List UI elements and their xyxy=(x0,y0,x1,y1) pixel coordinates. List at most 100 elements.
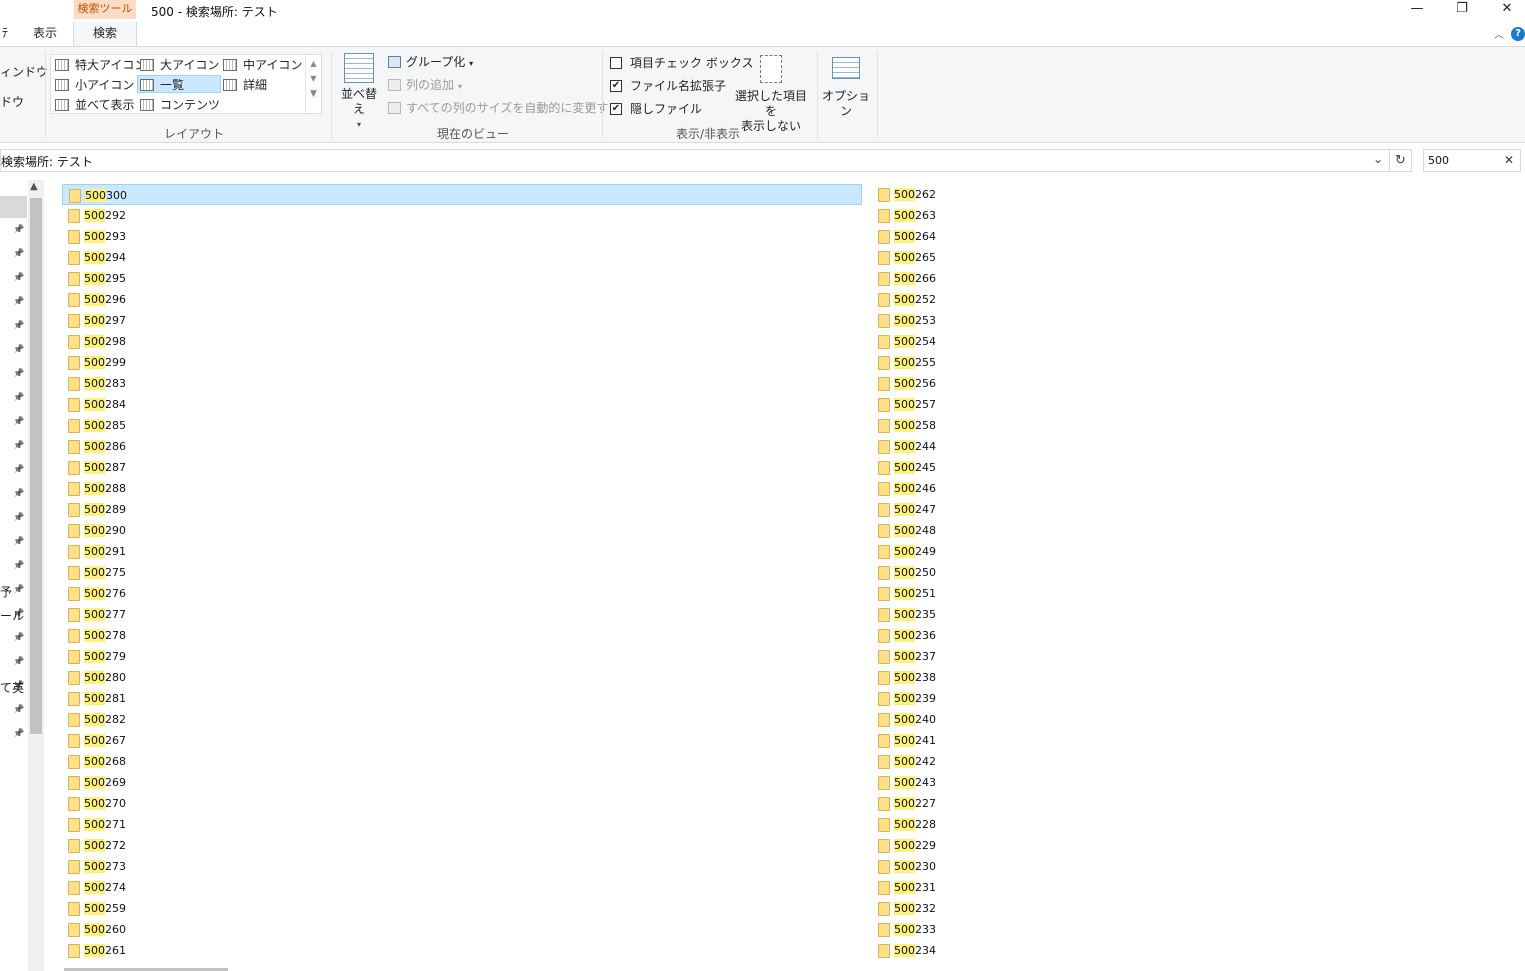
folder-item[interactable]: 500258 xyxy=(872,415,1072,436)
layout-tiles[interactable]: 並べて表示 xyxy=(53,96,135,114)
layout-list[interactable]: 一覧 xyxy=(137,75,221,93)
options-button[interactable]: オプション xyxy=(821,57,871,119)
folder-item[interactable]: 500239 xyxy=(872,688,1072,709)
folder-item[interactable]: 500290 xyxy=(62,520,262,541)
tab-partial[interactable]: ﾃ xyxy=(0,22,10,46)
folder-item[interactable]: 500238 xyxy=(872,667,1072,688)
hidden-items-option[interactable]: ✔ 隠しファイル xyxy=(608,98,702,120)
folder-item[interactable]: 500262 xyxy=(872,184,1072,205)
layout-details[interactable]: 詳細 xyxy=(221,76,267,94)
folder-item[interactable]: 500248 xyxy=(872,520,1072,541)
expand-gallery-icon[interactable]: ▼ xyxy=(306,89,321,99)
folder-item[interactable]: 500255 xyxy=(872,352,1072,373)
folder-item[interactable]: 500251 xyxy=(872,583,1072,604)
folder-item[interactable]: 500272 xyxy=(62,835,262,856)
layout-content[interactable]: コンテンツ xyxy=(138,96,220,114)
folder-item[interactable]: 500284 xyxy=(62,394,262,415)
folder-item[interactable]: 500292 xyxy=(62,205,262,226)
folder-item[interactable]: 500274 xyxy=(62,877,262,898)
folder-item[interactable]: 500257 xyxy=(872,394,1072,415)
file-extensions-option[interactable]: ✔ ファイル名拡張子 xyxy=(608,75,726,97)
restore-button[interactable]: ❐ xyxy=(1442,0,1482,20)
minimize-button[interactable]: — xyxy=(1397,0,1437,20)
help-icon[interactable]: ? xyxy=(1511,27,1525,41)
folder-item[interactable]: 500245 xyxy=(872,457,1072,478)
folder-item[interactable]: 500256 xyxy=(872,373,1072,394)
nav-item-fragment[interactable]: ール xyxy=(0,607,24,624)
folder-item[interactable]: 500266 xyxy=(872,268,1072,289)
folder-item[interactable]: 500295 xyxy=(62,268,262,289)
sort-by-button[interactable]: 並べ替え ▾ xyxy=(336,53,382,132)
folder-item[interactable]: 500241 xyxy=(872,730,1072,751)
folder-item[interactable]: 500270 xyxy=(62,793,262,814)
folder-item[interactable]: 500273 xyxy=(62,856,262,877)
search-input[interactable]: 500 ✕ xyxy=(1423,149,1521,172)
collapse-ribbon-icon[interactable]: ︿ xyxy=(1494,26,1504,41)
folder-item[interactable]: 500227 xyxy=(872,793,1072,814)
folder-item[interactable]: 500231 xyxy=(872,877,1072,898)
file-extensions-checkbox[interactable]: ✔ xyxy=(610,80,622,92)
close-button[interactable]: ✕ xyxy=(1487,0,1525,20)
folder-item[interactable]: 500278 xyxy=(62,625,262,646)
scroll-down-icon[interactable]: ▼ xyxy=(306,74,321,83)
nav-item-fragment[interactable]: 予 xyxy=(0,583,12,600)
folder-item[interactable]: 500236 xyxy=(872,625,1072,646)
folder-item[interactable]: 500297 xyxy=(62,310,262,331)
folder-item[interactable]: 500299 xyxy=(62,352,262,373)
folder-item[interactable]: 500280 xyxy=(62,667,262,688)
folder-item[interactable]: 500261 xyxy=(62,940,262,961)
folder-item[interactable]: 500271 xyxy=(62,814,262,835)
folder-item[interactable]: 500259 xyxy=(62,898,262,919)
folder-item[interactable]: 500247 xyxy=(872,499,1072,520)
folder-item[interactable]: 500289 xyxy=(62,499,262,520)
folder-item[interactable]: 500293 xyxy=(62,226,262,247)
folder-item[interactable]: 500287 xyxy=(62,457,262,478)
nav-scrollbar-thumb[interactable] xyxy=(30,198,42,734)
scroll-up-icon[interactable]: ▲ xyxy=(306,59,321,68)
nav-item-fragment[interactable]: て英 xyxy=(0,679,24,696)
tab-view[interactable]: 表示 xyxy=(20,22,70,46)
folder-item[interactable]: 500285 xyxy=(62,415,262,436)
chevron-down-icon[interactable]: ⌄ xyxy=(1373,152,1383,166)
folder-item[interactable]: 500249 xyxy=(872,541,1072,562)
folder-item[interactable]: 500230 xyxy=(872,856,1072,877)
folder-item[interactable]: 500229 xyxy=(872,835,1072,856)
folder-item[interactable]: 500279 xyxy=(62,646,262,667)
folder-item[interactable]: 500240 xyxy=(872,709,1072,730)
add-columns-button[interactable]: 列の追加 ▾ xyxy=(386,75,462,95)
refresh-icon[interactable]: ↻ xyxy=(1390,149,1412,172)
layout-large-icons[interactable]: 大アイコン xyxy=(138,56,219,74)
folder-item[interactable]: 500263 xyxy=(872,205,1072,226)
folder-item[interactable]: 500283 xyxy=(62,373,262,394)
group-by-button[interactable]: グループ化 ▾ xyxy=(386,52,473,72)
hidden-items-checkbox[interactable]: ✔ xyxy=(610,103,622,115)
folder-item[interactable]: 500277 xyxy=(62,604,262,625)
folder-item[interactable]: 500243 xyxy=(872,772,1072,793)
folder-item[interactable]: 500288 xyxy=(62,478,262,499)
folder-item[interactable]: 500291 xyxy=(62,541,262,562)
folder-item[interactable]: 500294 xyxy=(62,247,262,268)
layout-small-icons[interactable]: 小アイコン xyxy=(53,76,134,94)
folder-item[interactable]: 500269 xyxy=(62,772,262,793)
folder-item[interactable]: 500268 xyxy=(62,751,262,772)
folder-item[interactable]: 500246 xyxy=(872,478,1072,499)
folder-item[interactable]: 500260 xyxy=(62,919,262,940)
folder-item[interactable]: 500242 xyxy=(872,751,1072,772)
folder-item[interactable]: 500237 xyxy=(872,646,1072,667)
layout-gallery-scroll[interactable]: ▲ ▼ ▼ xyxy=(305,55,321,113)
size-all-columns-button[interactable]: すべての列のサイズを自動的に変更する xyxy=(386,98,620,118)
folder-item[interactable]: 500252 xyxy=(872,289,1072,310)
item-checkboxes-checkbox[interactable] xyxy=(610,57,622,69)
folder-item[interactable]: 500286 xyxy=(62,436,262,457)
folder-item[interactable]: 500234 xyxy=(872,940,1072,961)
folder-item[interactable]: 500235 xyxy=(872,604,1072,625)
folder-item[interactable]: 500296 xyxy=(62,289,262,310)
layout-medium-icons[interactable]: 中アイコン xyxy=(221,56,302,74)
folder-item[interactable]: 500232 xyxy=(872,898,1072,919)
folder-item[interactable]: 500228 xyxy=(872,814,1072,835)
folder-item[interactable]: 500300 xyxy=(62,184,862,205)
folder-item[interactable]: 500250 xyxy=(872,562,1072,583)
folder-item[interactable]: 500265 xyxy=(872,247,1072,268)
folder-item[interactable]: 500276 xyxy=(62,583,262,604)
hide-selected-items-button[interactable]: 選択した項目を 表示しない xyxy=(732,55,810,134)
